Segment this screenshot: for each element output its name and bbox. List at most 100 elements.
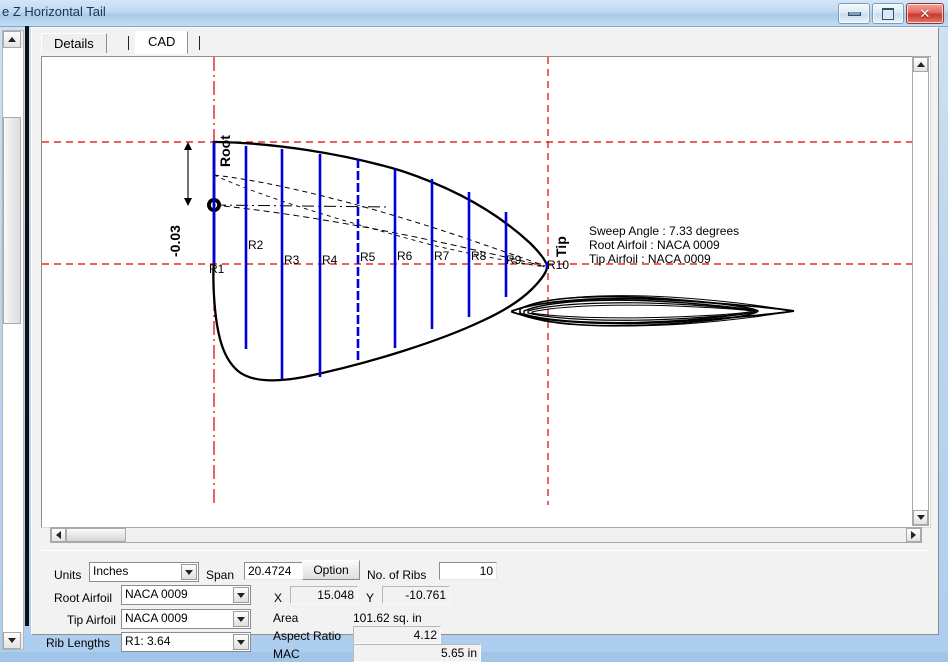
- tip-airfoil-label: Tip Airfoil: [67, 613, 116, 627]
- rib-label-r10: R10: [547, 258, 569, 272]
- canvas-scroll-left-button[interactable]: [51, 528, 66, 542]
- option-button[interactable]: Option: [302, 560, 360, 580]
- chevron-down-icon: [916, 515, 925, 520]
- rib-label-r6: R6: [397, 249, 413, 263]
- pivot-axis-line: [213, 204, 388, 208]
- root-airfoil-select[interactable]: NACA 0009: [121, 585, 251, 605]
- annotation-sweep-angle: Sweep Angle : 7.33 degrees: [589, 224, 739, 238]
- rib-lines: [212, 142, 549, 379]
- x-value-field: 15.048: [290, 586, 358, 604]
- ribs-value: 10: [479, 564, 493, 578]
- title-bar: e Z Horizontal Tail ✕: [0, 0, 948, 27]
- tip-label: Tip: [553, 236, 569, 257]
- canvas-scroll-right-button[interactable]: [906, 528, 921, 542]
- aspect-ratio-label: Aspect Ratio: [273, 629, 342, 643]
- y-value-field: -10.761: [382, 586, 450, 604]
- quarter-chord-curve: [213, 174, 546, 267]
- window-title: e Z Horizontal Tail: [2, 4, 106, 19]
- chevron-up-icon: [8, 37, 16, 42]
- mac-value: 5.65 in: [440, 646, 477, 660]
- tab-details-label: Details: [54, 36, 94, 51]
- mac-field: 5.65 in: [353, 644, 481, 662]
- minimize-button[interactable]: [838, 3, 870, 24]
- chevron-down-icon[interactable]: [181, 564, 197, 580]
- rib-label-r8: R8: [471, 249, 487, 263]
- tab-details[interactable]: Details: [41, 33, 107, 53]
- tab-separator-1: [128, 36, 129, 50]
- tip-airfoil-value: NACA 0009: [125, 611, 188, 625]
- x-value: 15.048: [317, 588, 354, 602]
- offset-label: -0.03: [167, 225, 183, 257]
- y-label: Y: [366, 591, 375, 605]
- tip-airfoil-select[interactable]: NACA 0009: [121, 609, 251, 629]
- rib-label-r1: R1: [209, 262, 225, 276]
- ribs-label: No. of Ribs: [367, 568, 427, 582]
- chevron-down-icon[interactable]: [233, 634, 249, 650]
- chevron-up-icon: [916, 62, 925, 67]
- window-controls: ✕: [838, 3, 944, 24]
- canvas-scroll-up-button[interactable]: [913, 57, 928, 72]
- ribs-input[interactable]: 10: [439, 562, 497, 580]
- airfoil-section-stack: [511, 295, 795, 327]
- left-divider: [25, 26, 29, 626]
- canvas-horizontal-scrollbar[interactable]: [50, 527, 922, 543]
- chevron-left-icon: [56, 531, 61, 539]
- rib-lengths-label: Rib Lengths: [46, 636, 111, 650]
- aspect-ratio-field: 4.12: [353, 626, 441, 644]
- canvas-vscroll-track[interactable]: [913, 73, 928, 509]
- annotation-root-airfoil: Root Airfoil : NACA 0009: [589, 238, 720, 252]
- canvas-vertical-scrollbar[interactable]: [912, 56, 929, 526]
- cad-panel: Details CAD Root Tip -0.03 R1 R2 R3 R4 R…: [31, 27, 939, 662]
- canvas-scroll-down-button[interactable]: [913, 510, 928, 525]
- rib-label-r3: R3: [284, 253, 300, 267]
- chevron-down-icon[interactable]: [233, 611, 249, 627]
- root-label: Root: [217, 135, 233, 167]
- rib-lengths-value: R1: 3.64: [125, 634, 171, 648]
- x-label: X: [274, 591, 283, 605]
- annotation-tip-airfoil: Tip Airfoil : NACA 0009: [589, 252, 711, 266]
- parameters-form: Units Inches Span 20.4724 Option No. of …: [41, 550, 929, 662]
- application-window: e Z Horizontal Tail ✕ Details CAD Root T…: [0, 0, 948, 662]
- y-value: -10.761: [405, 588, 446, 602]
- window-frame: e Z Horizontal Tail ✕ Details CAD Root T…: [0, 0, 948, 662]
- rib-lengths-select[interactable]: R1: 3.64: [121, 632, 251, 652]
- units-value: Inches: [93, 564, 129, 578]
- half-chord-curve: [213, 174, 546, 268]
- minimize-icon: [847, 11, 861, 16]
- units-label: Units: [54, 568, 82, 582]
- maximize-icon: [882, 7, 894, 20]
- span-input[interactable]: 20.4724: [244, 562, 306, 580]
- aspect-ratio-value: 4.12: [413, 628, 437, 642]
- mac-label: MAC: [273, 647, 300, 661]
- chevron-down-icon[interactable]: [233, 587, 249, 603]
- outer-scroll-down-button[interactable]: [3, 632, 21, 649]
- rib-label-r2: R2: [248, 238, 264, 252]
- span-label: Span: [206, 568, 235, 582]
- tab-strip: Details CAD: [32, 28, 938, 54]
- outer-scroll-up-button[interactable]: [3, 31, 21, 48]
- chevron-down-icon: [8, 638, 16, 643]
- outer-scrollbar-thumb[interactable]: [3, 117, 21, 324]
- canvas-hscroll-thumb[interactable]: [66, 528, 126, 542]
- maximize-button[interactable]: [872, 3, 904, 24]
- tab-cad[interactable]: CAD: [135, 31, 189, 54]
- rib-label-r4: R4: [322, 253, 338, 267]
- canvas-hscroll-area: [41, 526, 929, 543]
- offset-dimension: [184, 142, 192, 206]
- span-value: 20.4724: [248, 564, 292, 578]
- planform-drawing: Root Tip -0.03 R1 R2 R3 R4 R5 R6 R7 R8 R…: [42, 57, 930, 505]
- chevron-right-icon: [911, 531, 916, 539]
- rib-label-r5: R5: [360, 250, 376, 264]
- units-select[interactable]: Inches: [89, 562, 199, 582]
- close-icon: ✕: [919, 6, 931, 21]
- tab-separator-2: [199, 36, 200, 50]
- option-button-label: Option: [313, 563, 349, 577]
- area-label: Area: [273, 611, 299, 625]
- outer-vertical-scrollbar[interactable]: [2, 30, 24, 650]
- cad-canvas[interactable]: Root Tip -0.03 R1 R2 R3 R4 R5 R6 R7 R8 R…: [41, 56, 931, 528]
- rib-label-r7: R7: [434, 249, 450, 263]
- planform-outline: [212, 140, 549, 382]
- tab-cad-label: CAD: [148, 34, 176, 49]
- close-button[interactable]: ✕: [906, 3, 944, 24]
- area-value: 101.62 sq. in: [353, 611, 422, 625]
